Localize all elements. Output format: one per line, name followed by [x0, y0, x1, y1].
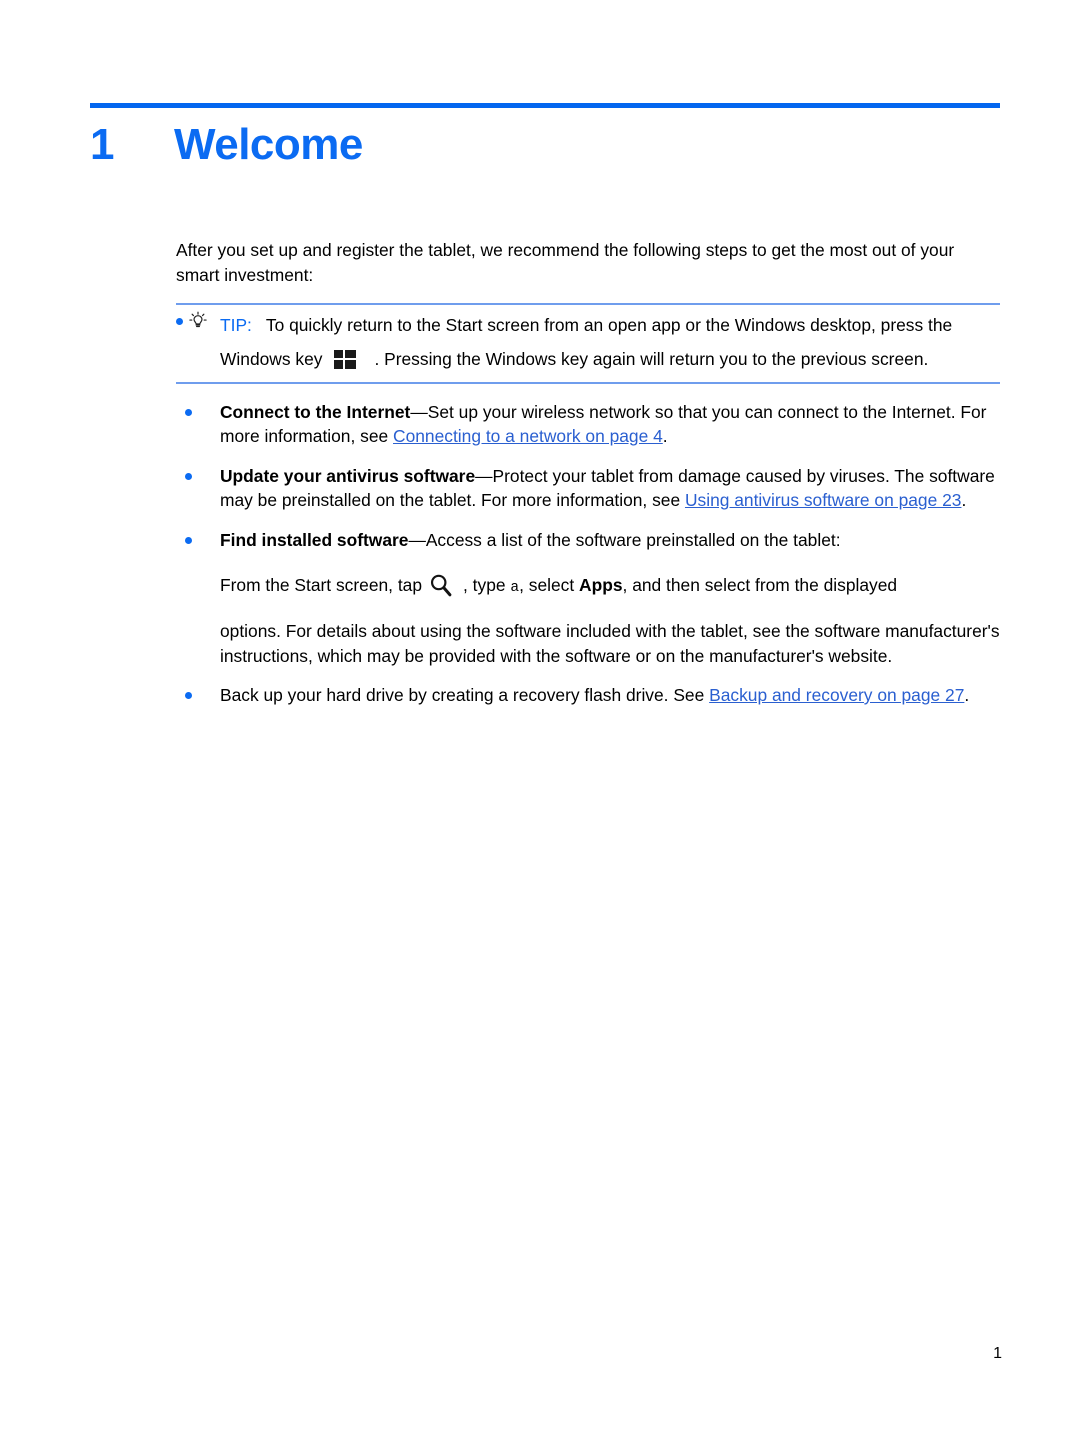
chapter-number: 1	[90, 120, 114, 169]
list-item-text-after: .	[961, 490, 967, 510]
tip-line2-before: Windows key	[220, 348, 323, 369]
list-item: Update your antivirus software—Protect y…	[176, 464, 1000, 513]
cross-reference-link[interactable]: Backup and recovery on page 27	[709, 685, 964, 705]
chapter-title-text: Welcome	[174, 120, 363, 169]
chapter-rule	[90, 103, 1000, 108]
search-icon	[428, 572, 453, 598]
list-item-lead: Update your antivirus software	[220, 465, 476, 486]
tip-line-2: Windows key . Pressing the Windows key ag…	[220, 345, 1000, 373]
cross-reference-link[interactable]: Connecting to a network on page 4	[393, 426, 663, 446]
typed-key: a	[510, 580, 520, 596]
tip-line2-after: . Pressing the Windows key again will re…	[374, 348, 929, 369]
cross-reference-link[interactable]: Using antivirus software on page 23	[685, 490, 961, 510]
instruction-after-icon-2: , select	[519, 575, 575, 595]
list-item-text-before: —Access a list of the software preinstal…	[408, 529, 841, 550]
page-title: 1 Welcome	[90, 118, 1000, 172]
tip-label: TIP:	[220, 315, 252, 335]
list-item-text-before: Back up your hard drive by creating a re…	[220, 685, 710, 705]
list-item: Connect to the Internet—Set up your wire…	[176, 400, 1000, 449]
tip-body: TIP: To quickly return to the Start scree…	[176, 313, 1000, 373]
instruction-after-icon-1: , type	[463, 575, 506, 595]
apps-label: Apps	[579, 575, 623, 595]
instruction-before-icon: From the Start screen, tap	[220, 575, 423, 595]
list-item-text-after: .	[964, 685, 970, 705]
list-item: Find installed software—Access a list of…	[176, 528, 1000, 669]
body-content: After you set up and register the tablet…	[176, 238, 1000, 723]
tip-note: TIP: To quickly return to the Start scree…	[176, 303, 1000, 384]
steps-list: Connect to the Internet—Set up your wire…	[176, 400, 1000, 708]
list-item-lead: Find installed software	[220, 529, 409, 550]
list-item-text-after: .	[662, 426, 668, 446]
document-page: 1 Welcome After you set up and register t…	[0, 0, 1080, 1437]
find-software-instruction: From the Start screen, tap , type a, sele…	[220, 570, 1000, 603]
lightbulb-icon	[187, 310, 209, 332]
page-number: 1	[993, 1345, 1002, 1362]
list-item: Back up your hard drive by creating a re…	[176, 683, 1000, 708]
windows-key-icon	[334, 349, 357, 369]
intro-paragraph: After you set up and register the tablet…	[176, 240, 955, 285]
find-software-details: options. For details about using the sof…	[220, 621, 1000, 666]
bullet-icon	[176, 318, 183, 325]
instruction-after-icon-3: , and then select from the displayed	[622, 575, 898, 595]
list-item-lead: Connect to the Internet	[220, 401, 411, 422]
tip-line-1: To quickly return to the Start screen fr…	[265, 315, 953, 335]
